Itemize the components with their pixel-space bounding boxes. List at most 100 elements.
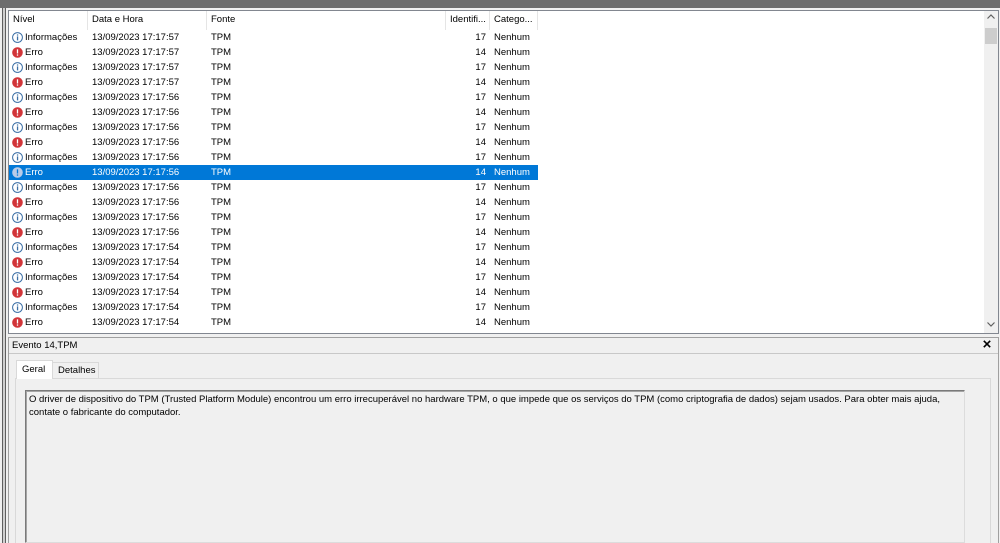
source-cell: TPM: [211, 62, 232, 73]
level-cell: Informações: [9, 60, 88, 75]
event-id-cell: 14: [475, 107, 486, 118]
event-id-cell: 17: [475, 152, 486, 163]
table-row[interactable]: Erro 13/09/2023 17:17:56 TPM 14 Nenhum: [9, 225, 538, 240]
level-label: Informações: [25, 272, 78, 283]
event-id-cell: 17: [475, 92, 486, 103]
source-cell: TPM: [211, 107, 232, 118]
datetime-cell: 13/09/2023 17:17:56: [92, 152, 180, 163]
level-cell: Informações: [9, 240, 88, 255]
table-row[interactable]: Erro 13/09/2023 17:17:57 TPM 14 Nenhum: [9, 75, 538, 90]
error-icon: [12, 317, 23, 328]
level-label: Erro: [25, 107, 43, 118]
table-row[interactable]: Erro 13/09/2023 17:17:54 TPM 14 Nenhum: [9, 255, 538, 270]
category-cell: Nenhum: [494, 47, 530, 58]
source-cell: TPM: [211, 302, 232, 313]
events-list[interactable]: Nível Data e Hora Fonte Identifi... Cate…: [8, 10, 999, 334]
event-id-cell: 17: [475, 212, 486, 223]
tab-geral[interactable]: Geral: [16, 360, 53, 379]
error-icon: [12, 77, 23, 88]
level-cell: Informações: [9, 30, 88, 45]
source-cell: TPM: [211, 257, 232, 268]
level-label: Erro: [25, 227, 43, 238]
level-cell: Informações: [9, 150, 88, 165]
scroll-thumb[interactable]: [985, 28, 997, 44]
category-cell: Nenhum: [494, 137, 530, 148]
datetime-cell: 13/09/2023 17:17:54: [92, 257, 180, 268]
event-id-cell: 14: [475, 257, 486, 268]
category-cell: Nenhum: [494, 152, 530, 163]
level-cell: Erro: [9, 255, 88, 270]
source-cell: TPM: [211, 287, 232, 298]
error-icon: [12, 227, 23, 238]
category-cell: Nenhum: [494, 302, 530, 313]
info-icon: [12, 92, 23, 103]
datetime-cell: 13/09/2023 17:17:56: [92, 137, 180, 148]
datetime-cell: 13/09/2023 17:17:57: [92, 47, 180, 58]
column-header-source[interactable]: Fonte: [207, 11, 446, 30]
level-label: Erro: [25, 197, 43, 208]
window-title-bar: [0, 0, 1000, 8]
info-icon: [12, 212, 23, 223]
level-cell: Erro: [9, 315, 88, 330]
source-cell: TPM: [211, 137, 232, 148]
level-label: Informações: [25, 212, 78, 223]
info-icon: [12, 242, 23, 253]
table-row[interactable]: Erro 13/09/2023 17:17:56 TPM 14 Nenhum: [9, 165, 538, 180]
level-cell: Informações: [9, 300, 88, 315]
event-id-cell: 17: [475, 122, 486, 133]
source-cell: TPM: [211, 317, 232, 328]
scroll-up-button[interactable]: [984, 11, 998, 28]
source-cell: TPM: [211, 122, 232, 133]
table-row[interactable]: Erro 13/09/2023 17:17:54 TPM 14 Nenhum: [9, 285, 538, 300]
datetime-cell: 13/09/2023 17:17:56: [92, 107, 180, 118]
scroll-down-button[interactable]: [984, 316, 998, 333]
level-label: Erro: [25, 77, 43, 88]
event-id-cell: 14: [475, 167, 486, 178]
table-row[interactable]: Erro 13/09/2023 17:17:56 TPM 14 Nenhum: [9, 195, 538, 210]
column-header-event-id[interactable]: Identifi...: [446, 11, 490, 30]
event-id-cell: 14: [475, 317, 486, 328]
vertical-scrollbar[interactable]: [984, 11, 998, 333]
table-row[interactable]: Erro 13/09/2023 17:17:54 TPM 14 Nenhum: [9, 315, 538, 330]
event-id-cell: 17: [475, 242, 486, 253]
table-row[interactable]: Informações 13/09/2023 17:17:54 TPM 17 Nenhu…: [9, 240, 538, 255]
table-row[interactable]: Informações 13/09/2023 17:17:56 TPM 17 Nenhu…: [9, 90, 538, 105]
source-cell: TPM: [211, 92, 232, 103]
table-row[interactable]: Erro 13/09/2023 17:17:56 TPM 14 Nenhum: [9, 135, 538, 150]
window-left-border: [2, 8, 6, 543]
source-cell: TPM: [211, 197, 232, 208]
table-row[interactable]: Informações 13/09/2023 17:17:54 TPM 17 Nenhu…: [9, 270, 538, 285]
table-row[interactable]: Informações 13/09/2023 17:17:56 TPM 17 Nenhu…: [9, 120, 538, 135]
event-id-cell: 14: [475, 77, 486, 88]
event-id-cell: 17: [475, 32, 486, 43]
info-icon: [12, 62, 23, 73]
table-row[interactable]: Informações 13/09/2023 17:17:54 TPM 17 Nenhu…: [9, 300, 538, 315]
source-cell: TPM: [211, 167, 232, 178]
description-box[interactable]: O driver de dispositivo do TPM (Trusted …: [25, 390, 965, 543]
level-label: Informações: [25, 62, 78, 73]
table-row[interactable]: Erro 13/09/2023 17:17:57 TPM 14 Nenhum: [9, 45, 538, 60]
error-icon: [12, 257, 23, 268]
source-cell: TPM: [211, 182, 232, 193]
table-row[interactable]: Informações 13/09/2023 17:17:56 TPM 17 Nenhu…: [9, 210, 538, 225]
table-row[interactable]: Erro 13/09/2023 17:17:56 TPM 14 Nenhum: [9, 105, 538, 120]
source-cell: TPM: [211, 77, 232, 88]
table-row[interactable]: Informações 13/09/2023 17:17:57 TPM 17 Nenhu…: [9, 60, 538, 75]
close-preview-button[interactable]: [980, 338, 994, 352]
error-icon: [12, 287, 23, 298]
column-header-datetime[interactable]: Data e Hora: [88, 11, 207, 30]
datetime-cell: 13/09/2023 17:17:56: [92, 197, 180, 208]
tab-detalhes[interactable]: Detalhes: [52, 362, 99, 378]
table-row[interactable]: Informações 13/09/2023 17:17:56 TPM 17 Nenhu…: [9, 150, 538, 165]
table-row[interactable]: Informações 13/09/2023 17:17:56 TPM 17 Nenhu…: [9, 180, 538, 195]
category-cell: Nenhum: [494, 62, 530, 73]
level-cell: Informações: [9, 120, 88, 135]
column-header-category[interactable]: Catego...: [490, 11, 538, 30]
column-header-level[interactable]: Nível: [9, 11, 88, 30]
table-row[interactable]: Informações 13/09/2023 17:17:57 TPM 17 Nenhu…: [9, 30, 538, 45]
error-icon: [12, 107, 23, 118]
source-cell: TPM: [211, 227, 232, 238]
datetime-cell: 13/09/2023 17:17:56: [92, 227, 180, 238]
category-cell: Nenhum: [494, 227, 530, 238]
category-cell: Nenhum: [494, 107, 530, 118]
